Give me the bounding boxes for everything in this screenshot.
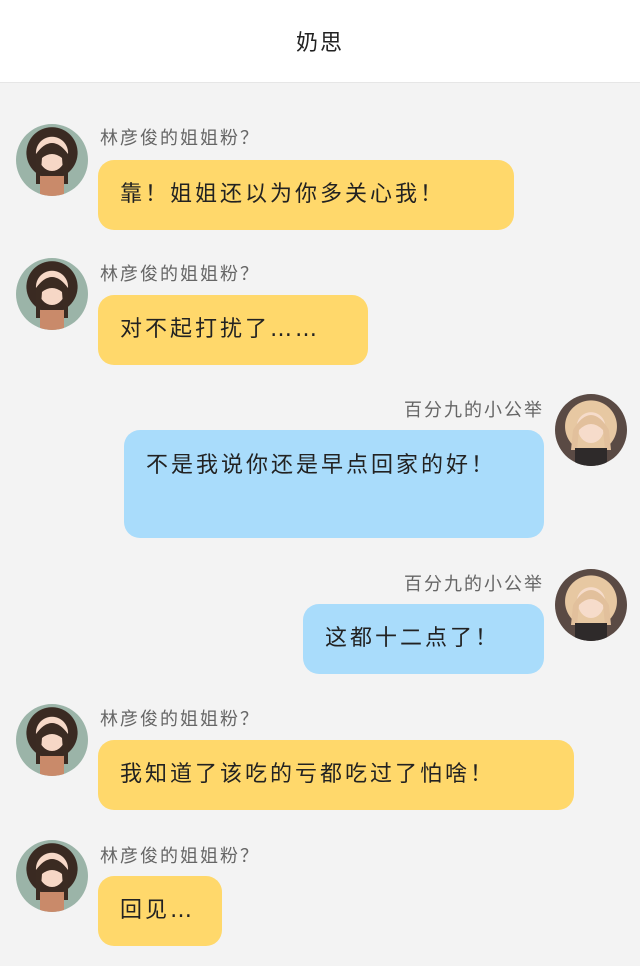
message-bubble[interactable]: 对不起打扰了…… (98, 295, 368, 365)
chat-title: 奶思 (295, 31, 344, 56)
avatar[interactable] (555, 394, 627, 466)
sender-name: 林彦俊的姐姐粉？ (100, 128, 260, 149)
avatar[interactable] (16, 258, 88, 330)
sender-name: 百分九的小公举 (404, 400, 544, 421)
chat-header: 奶思 (0, 0, 640, 83)
message-bubble[interactable]: 不是我说你还是早点回家的好！ (124, 430, 544, 538)
message-bubble[interactable]: 回见… (98, 876, 222, 946)
avatar[interactable] (16, 124, 88, 196)
sender-name: 百分九的小公举 (404, 574, 544, 595)
avatar[interactable] (16, 840, 88, 912)
avatar[interactable] (555, 569, 627, 641)
message-bubble[interactable]: 这都十二点了！ (303, 604, 544, 674)
sender-name: 林彦俊的姐姐粉？ (100, 264, 260, 285)
avatar[interactable] (16, 704, 88, 776)
message-bubble[interactable]: 我知道了该吃的亏都吃过了怕啥！ (98, 740, 574, 810)
sender-name: 林彦俊的姐姐粉？ (100, 709, 260, 730)
sender-name: 林彦俊的姐姐粉？ (100, 846, 260, 867)
message-bubble[interactable]: 靠！姐姐还以为你多关心我！ (98, 160, 514, 230)
